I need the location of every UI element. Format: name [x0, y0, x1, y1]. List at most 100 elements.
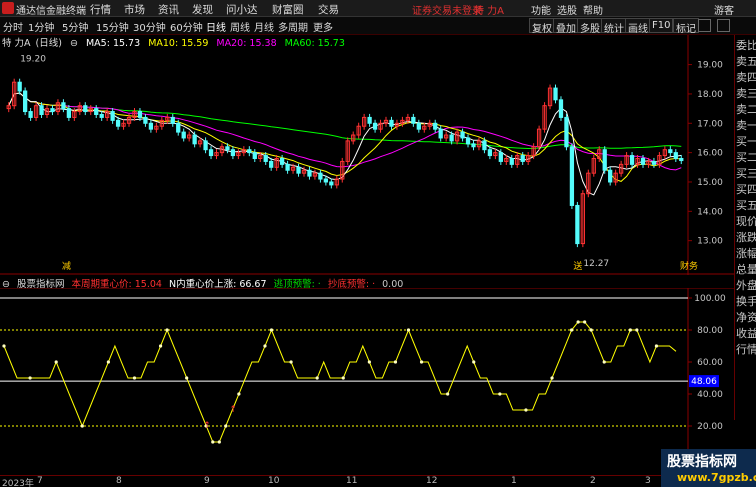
candle-body	[640, 158, 646, 165]
side-item-commission-ratio[interactable]: 委比	[736, 37, 756, 53]
indicator-collapse-icon[interactable]: ⊖	[2, 279, 10, 290]
side-item-bid3[interactable]: 买三	[736, 165, 756, 181]
candle-body	[520, 155, 525, 162]
tool-multi-stock[interactable]: 多股	[577, 18, 603, 35]
tool-mark[interactable]: 标记	[673, 18, 699, 35]
side-item-ask5[interactable]: 卖五	[736, 53, 756, 69]
price-tick-label: 15.00	[697, 178, 723, 188]
period-5min[interactable]: 5分钟	[62, 19, 88, 34]
app-logo-icon	[2, 2, 14, 14]
indicator-legend: ⊖ 股票指标网 本周期重心价: 15.04 N内重心价上涨: 66.67 逃顶预…	[2, 276, 407, 290]
indicator-point	[217, 440, 221, 444]
indicator-point	[589, 328, 593, 332]
candle-body	[679, 158, 684, 162]
candle-body	[498, 152, 503, 162]
menu-item-guest[interactable]: 游客	[714, 2, 734, 17]
candle-body	[411, 116, 416, 124]
indicator-title[interactable]: 股票指标网	[17, 279, 65, 290]
current-stock-name: 特 力A	[474, 6, 505, 17]
collapse-icon[interactable]: ⊖	[70, 38, 78, 49]
period-intraday[interactable]: 分时	[3, 19, 23, 34]
indicator-chart[interactable]: ↑↑ 100.0080.0060.0040.0020.0048.06	[0, 288, 734, 474]
low-price-label: 12.27	[583, 259, 609, 269]
indicator-point	[341, 376, 345, 380]
candle-body	[39, 105, 44, 115]
indicator-point	[289, 360, 293, 364]
menu-item-help[interactable]: 帮助	[583, 2, 603, 17]
side-item-ask1[interactable]: 卖一	[736, 117, 756, 133]
window-icon[interactable]	[717, 19, 730, 32]
candle-body	[372, 122, 378, 130]
side-item-turnover[interactable]: 换手	[736, 293, 756, 309]
period-multi[interactable]: 多周期	[278, 19, 308, 34]
indicator-axis: 100.00 80.00 60.00 40.00 20.00 48.06	[688, 294, 726, 432]
candle-body	[110, 111, 115, 121]
ma60-line	[8, 92, 682, 149]
side-item-net-assets[interactable]: 净资	[736, 309, 756, 325]
indicator-point	[158, 344, 163, 348]
menu-item-discover[interactable]: 发现	[192, 2, 213, 17]
indicator-point	[237, 392, 241, 396]
menu-item-wealth[interactable]: 财富圈	[272, 2, 304, 17]
period-60min[interactable]: 60分钟	[170, 19, 203, 34]
side-item-bid4[interactable]: 买四	[736, 181, 756, 197]
menu-item-markets[interactable]: 市场	[124, 2, 145, 17]
period-30min[interactable]: 30分钟	[133, 19, 166, 34]
side-item-change[interactable]: 涨跌	[736, 229, 756, 245]
candle-body	[208, 149, 214, 157]
candle-body	[225, 146, 230, 151]
tool-adjust[interactable]: 复权	[529, 18, 555, 35]
candle-body	[651, 160, 657, 165]
side-item-ask4[interactable]: 卖四	[736, 69, 756, 85]
candle-body	[673, 152, 678, 159]
candlesticks	[6, 78, 684, 248]
indicator-item-zero: 0.00	[382, 279, 404, 290]
marker-send: 送	[573, 260, 582, 272]
side-item-quote[interactable]: 行情	[736, 341, 756, 357]
tool-overlay[interactable]: 叠加	[553, 18, 579, 35]
candle-body	[307, 169, 312, 177]
layout-icon[interactable]	[698, 19, 711, 32]
period-more[interactable]: 更多	[313, 19, 333, 34]
side-item-bid1[interactable]: 买一	[736, 133, 756, 149]
period-1min[interactable]: 1分钟	[28, 19, 54, 34]
candle-body	[629, 155, 635, 165]
side-item-ask2[interactable]: 卖二	[736, 101, 756, 117]
menu-item-news[interactable]: 资讯	[158, 2, 179, 17]
indicator-point	[54, 360, 58, 364]
menu-item-trade[interactable]: 交易	[318, 2, 339, 17]
side-item-price[interactable]: 现价	[736, 213, 756, 229]
tool-statistics[interactable]: 统计	[601, 18, 627, 35]
login-notice[interactable]: 证券交易未登录	[412, 2, 482, 17]
watermark-title: 股票指标网	[667, 454, 737, 470]
period-monthly[interactable]: 月线	[254, 19, 274, 34]
period-daily[interactable]: 日线	[206, 19, 226, 34]
side-item-earnings[interactable]: 收益	[736, 325, 756, 341]
period-weekly[interactable]: 周线	[230, 19, 250, 34]
watermark-url: www.7gpzb.com	[677, 471, 756, 484]
candle-body	[323, 178, 329, 183]
side-item-ask3[interactable]: 卖三	[736, 85, 756, 101]
candle-body	[94, 108, 99, 115]
side-item-change-pct[interactable]: 涨幅	[736, 245, 756, 261]
candle-body	[318, 172, 323, 180]
period-15min[interactable]: 15分钟	[96, 19, 129, 34]
side-item-bid2[interactable]: 买二	[736, 149, 756, 165]
menu-item-market[interactable]: 行情	[90, 2, 111, 17]
side-item-outer-volume[interactable]: 外盘	[736, 277, 756, 293]
tool-draw-line[interactable]: 画线	[625, 18, 651, 35]
tool-f10[interactable]: F10	[649, 18, 674, 33]
menu-item-ask[interactable]: 问小达	[226, 2, 258, 17]
ma20-line	[8, 92, 682, 171]
menu-item-pick-stock[interactable]: 选股	[557, 2, 577, 17]
candle-body	[285, 163, 290, 171]
candlestick-chart[interactable]: 19.00 18.00 17.00 16.00 15.00 14.00 13.00 19.2…	[0, 35, 734, 275]
side-item-bid5[interactable]: 买五	[736, 197, 756, 213]
legend-ma60: MA60: 15.73	[284, 38, 345, 49]
side-item-volume[interactable]: 总量	[736, 261, 756, 277]
indicator-point	[315, 376, 319, 380]
candle-body	[569, 146, 575, 206]
candle-body	[460, 131, 465, 139]
indicator-point	[393, 360, 398, 364]
menu-item-function[interactable]: 功能	[531, 2, 551, 17]
